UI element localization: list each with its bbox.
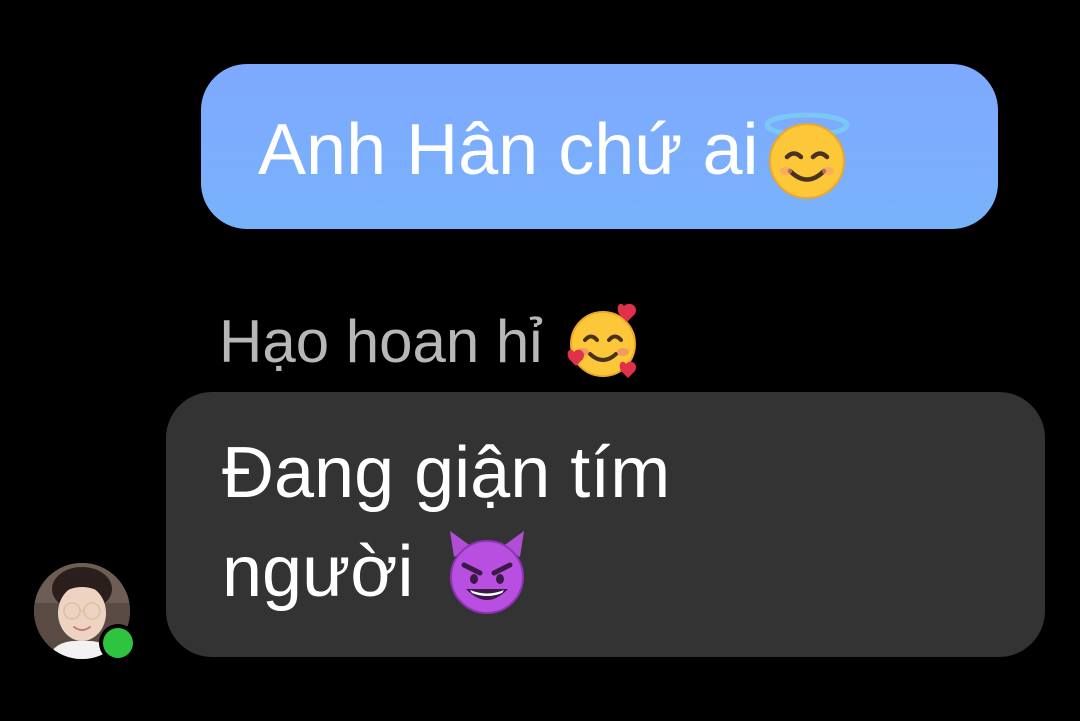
sender-name: Hạo hoan hỉ <box>219 308 543 375</box>
incoming-message-line1: Đang giận tím <box>222 433 671 513</box>
smiling-face-with-horns-icon <box>442 527 532 617</box>
incoming-message-line2: người <box>222 532 414 612</box>
smiling-face-with-hearts-icon <box>563 302 643 382</box>
incoming-message-bubble[interactable]: Đang giận tím người <box>166 392 1045 657</box>
incoming-sender-label: Hạo hoan hỉ <box>219 300 643 384</box>
outgoing-message-text-row: Anh Hân chứ ai <box>258 108 854 202</box>
incoming-message-line2-row: người <box>222 526 532 618</box>
online-status-indicator <box>103 628 133 658</box>
outgoing-message-text: Anh Hân chứ ai <box>258 110 759 191</box>
chat-thread: Anh Hân chứ ai Hạo hoan hỉ Đang giận tím… <box>0 0 1080 721</box>
smiling-face-with-halo-icon <box>760 108 854 202</box>
outgoing-message-bubble[interactable]: Anh Hân chứ ai <box>201 64 998 229</box>
